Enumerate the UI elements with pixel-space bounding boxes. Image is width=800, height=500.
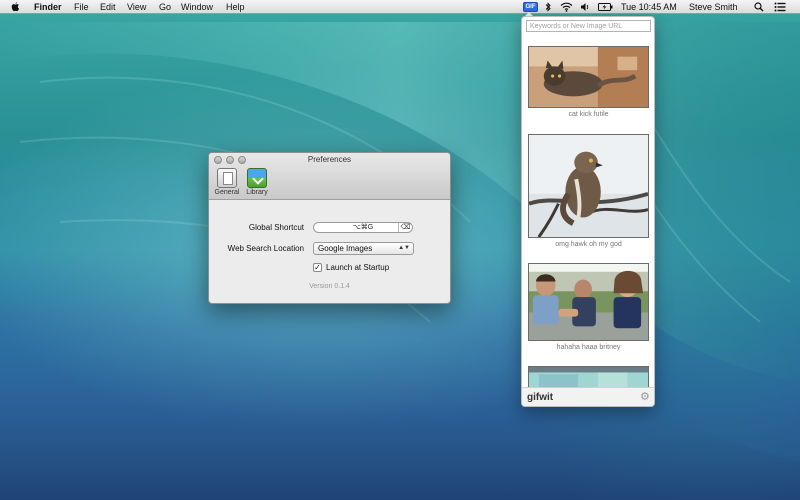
- library-icon: [247, 168, 267, 188]
- gif-thumbnail-cat[interactable]: [528, 46, 649, 108]
- gear-icon[interactable]: ⚙: [640, 392, 650, 403]
- popover-footer: gifwit ⚙: [522, 387, 654, 406]
- shortcut-value: ⌥⌘G: [352, 224, 374, 231]
- preferences-title: Preferences: [307, 155, 352, 164]
- menu-bar: Finder File Edit View Go Window Help GIF…: [0, 0, 800, 14]
- launch-at-startup-label[interactable]: Launch at Startup: [326, 263, 389, 272]
- notifications-icon[interactable]: [774, 2, 786, 12]
- web-search-location-label: Web Search Location: [227, 244, 304, 253]
- web-search-location-select[interactable]: Google Images ▲▼: [313, 242, 414, 255]
- tab-library-label: Library: [246, 189, 268, 196]
- menu-edit[interactable]: Edit: [100, 1, 116, 13]
- gifwit-menubar-button[interactable]: GIF: [523, 2, 538, 12]
- search-input[interactable]: [526, 20, 651, 32]
- gif-caption: cat kick futile: [568, 111, 609, 118]
- clear-shortcut-icon[interactable]: ⌫: [398, 223, 412, 232]
- preferences-toolbar: Preferences General Library: [209, 153, 450, 200]
- menubar-user[interactable]: Steve Smith: [689, 1, 738, 13]
- menu-file[interactable]: File: [74, 1, 89, 13]
- menu-view[interactable]: View: [127, 1, 146, 13]
- volume-icon[interactable]: [580, 2, 590, 12]
- menubar-clock[interactable]: Tue 10:45 AM: [621, 1, 677, 13]
- menu-window[interactable]: Window: [181, 1, 213, 13]
- global-shortcut-label: Global Shortcut: [248, 223, 304, 232]
- gif-thumbnail-hawk[interactable]: [528, 134, 649, 238]
- menu-help[interactable]: Help: [226, 1, 245, 13]
- gif-caption: hahaha haaa britney: [556, 344, 621, 351]
- apple-icon[interactable]: [11, 2, 20, 12]
- gifwit-popover: cat kick futile omg hawk oh my god: [521, 16, 655, 407]
- gifwit-logo: gifwit: [527, 392, 554, 403]
- bluetooth-icon[interactable]: [545, 2, 551, 12]
- tab-library[interactable]: Library: [243, 168, 271, 198]
- general-icon: [217, 168, 237, 188]
- spotlight-icon[interactable]: [754, 2, 764, 12]
- menu-app-finder[interactable]: Finder: [34, 1, 62, 13]
- preferences-window: Preferences General Library Global Short…: [208, 152, 451, 304]
- wifi-icon[interactable]: [560, 2, 573, 12]
- gif-thumbnail-partial[interactable]: [528, 366, 649, 388]
- version-label: Version 0.1.4: [309, 283, 350, 290]
- web-search-location-value: Google Images: [318, 244, 373, 253]
- launch-at-startup-checkbox[interactable]: ✓: [313, 263, 322, 272]
- battery-icon[interactable]: [598, 2, 613, 12]
- gif-thumbnail-britney[interactable]: [528, 263, 649, 341]
- menu-go[interactable]: Go: [159, 1, 171, 13]
- select-updown-icon: ▲▼: [398, 245, 410, 251]
- tab-general[interactable]: General: [213, 168, 241, 198]
- gif-caption: omg hawk oh my god: [555, 241, 622, 248]
